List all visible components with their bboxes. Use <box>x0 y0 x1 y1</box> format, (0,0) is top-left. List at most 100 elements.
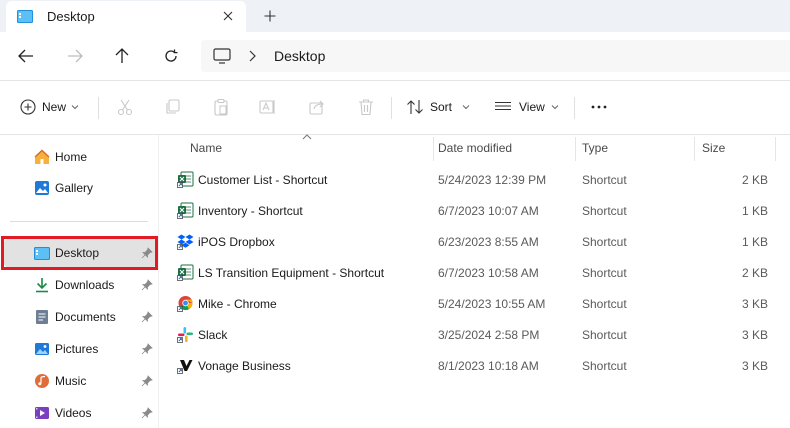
delete-button[interactable] <box>357 95 375 119</box>
music-icon <box>34 373 50 389</box>
cut-button[interactable] <box>116 95 134 119</box>
plus-icon <box>264 10 276 22</box>
file-name[interactable]: Customer List - Shortcut <box>198 164 327 195</box>
file-size: 2 KB <box>741 172 768 187</box>
tab-title: Desktop <box>47 9 95 24</box>
new-label: New <box>42 100 67 114</box>
sort-button[interactable]: Sort <box>406 95 470 119</box>
sidebar-item-music[interactable]: Music <box>4 367 156 395</box>
forward-button[interactable] <box>63 44 87 68</box>
sidebar-label: Downloads <box>55 278 115 292</box>
pin-icon[interactable] <box>141 279 153 291</box>
file-type: Shortcut <box>582 265 627 280</box>
pin-icon[interactable] <box>141 375 153 387</box>
copy-button[interactable] <box>164 95 182 119</box>
chevron-down-icon <box>551 105 559 110</box>
sidebar-label: Videos <box>55 406 92 420</box>
file-size: 3 KB <box>741 327 768 342</box>
more-options-button[interactable] <box>590 95 608 119</box>
share-icon <box>309 100 324 115</box>
file-date: 3/25/2024 2:58 PM <box>438 327 540 342</box>
file-name[interactable]: Mike - Chrome <box>198 288 277 319</box>
more-icon <box>591 105 607 109</box>
view-list-icon <box>495 101 511 111</box>
sidebar-item-downloads[interactable]: Downloads <box>4 271 156 299</box>
excel-icon <box>177 171 194 188</box>
column-header-name[interactable]: Name <box>190 135 222 161</box>
column-header-date-modified[interactable]: Date modified <box>438 135 512 161</box>
file-date: 6/23/2023 8:55 AM <box>438 234 539 249</box>
table-row[interactable]: Customer List - Shortcut 5/24/2023 12:39… <box>159 164 790 195</box>
column-separator[interactable] <box>433 137 434 161</box>
sidebar-item-documents[interactable]: Documents <box>4 303 156 331</box>
file-type: Shortcut <box>582 327 627 342</box>
sidebar-item-videos[interactable]: Videos <box>4 399 156 427</box>
refresh-icon <box>165 49 178 62</box>
file-name[interactable]: Inventory - Shortcut <box>198 195 303 226</box>
new-button[interactable]: New <box>20 95 79 119</box>
chevron-right-icon <box>249 50 256 62</box>
share-button[interactable] <box>308 95 326 119</box>
pin-icon[interactable] <box>141 407 153 419</box>
file-type: Shortcut <box>582 234 627 249</box>
table-row[interactable]: Slack 3/25/2024 2:58 PM Shortcut 3 KB <box>159 319 790 350</box>
file-type: Shortcut <box>582 203 627 218</box>
address-bar: Desktop <box>0 32 790 80</box>
table-row[interactable]: Vonage Business 8/1/2023 10:18 AM Shortc… <box>159 350 790 381</box>
dropbox-icon <box>177 234 194 250</box>
table-row[interactable]: Mike - Chrome 5/24/2023 10:55 AM Shortcu… <box>159 288 790 319</box>
sidebar-item-gallery[interactable]: Gallery <box>4 174 156 202</box>
rename-icon <box>259 100 275 114</box>
file-size: 1 KB <box>741 234 768 249</box>
breadcrumb[interactable]: Desktop <box>201 40 790 72</box>
rename-button[interactable] <box>259 95 277 119</box>
tab-desktop[interactable]: Desktop <box>6 1 246 32</box>
file-date: 6/7/2023 10:07 AM <box>438 203 539 218</box>
column-header-type[interactable]: Type <box>582 135 608 161</box>
column-separator[interactable] <box>694 137 695 161</box>
column-header-size[interactable]: Size <box>702 135 725 161</box>
home-icon <box>34 149 50 165</box>
sidebar-separator <box>10 221 148 222</box>
title-bar: Desktop <box>0 0 790 32</box>
pin-icon[interactable] <box>141 311 153 323</box>
table-row[interactable]: Inventory - Shortcut 6/7/2023 10:07 AM S… <box>159 195 790 226</box>
paste-button[interactable] <box>212 95 230 119</box>
column-separator[interactable] <box>575 137 576 161</box>
file-date: 5/24/2023 10:55 AM <box>438 296 546 311</box>
refresh-button[interactable] <box>159 44 183 68</box>
file-name[interactable]: iPOS Dropbox <box>198 226 275 257</box>
column-separator[interactable] <box>775 137 776 161</box>
file-name[interactable]: Slack <box>198 319 227 350</box>
sidebar-label: Music <box>55 374 87 388</box>
up-button[interactable] <box>110 44 134 68</box>
file-size: 1 KB <box>741 203 768 218</box>
pin-icon[interactable] <box>141 343 153 355</box>
excel-icon <box>177 202 194 219</box>
plus-circle-icon <box>20 99 36 115</box>
file-type: Shortcut <box>582 358 627 373</box>
this-pc-icon <box>213 48 231 64</box>
annotation-highlight-box <box>1 236 158 270</box>
file-name[interactable]: Vonage Business <box>198 350 291 381</box>
arrow-left-icon <box>18 49 33 63</box>
breadcrumb-location[interactable]: Desktop <box>274 48 325 64</box>
new-tab-button[interactable] <box>261 7 279 25</box>
file-size: 2 KB <box>741 265 768 280</box>
sort-ascending-icon <box>302 134 312 140</box>
back-button[interactable] <box>14 44 38 68</box>
clipboard-icon <box>214 98 228 116</box>
sidebar-item-home[interactable]: Home <box>4 143 156 171</box>
navigation-pane: Home Gallery Desktop Downloads Documents… <box>0 135 158 428</box>
vonage-icon <box>177 360 193 374</box>
sort-label: Sort <box>430 100 453 114</box>
view-label: View <box>519 100 545 114</box>
copy-icon <box>166 99 180 114</box>
table-row[interactable]: iPOS Dropbox 6/23/2023 8:55 AM Shortcut … <box>159 226 790 257</box>
sidebar-item-pictures[interactable]: Pictures <box>4 335 156 363</box>
table-row[interactable]: LS Transition Equipment - Shortcut 6/7/2… <box>159 257 790 288</box>
view-button[interactable]: View <box>494 95 559 119</box>
file-name[interactable]: LS Transition Equipment - Shortcut <box>198 257 384 288</box>
file-date: 5/24/2023 12:39 PM <box>438 172 547 187</box>
close-tab-button[interactable] <box>220 8 236 24</box>
